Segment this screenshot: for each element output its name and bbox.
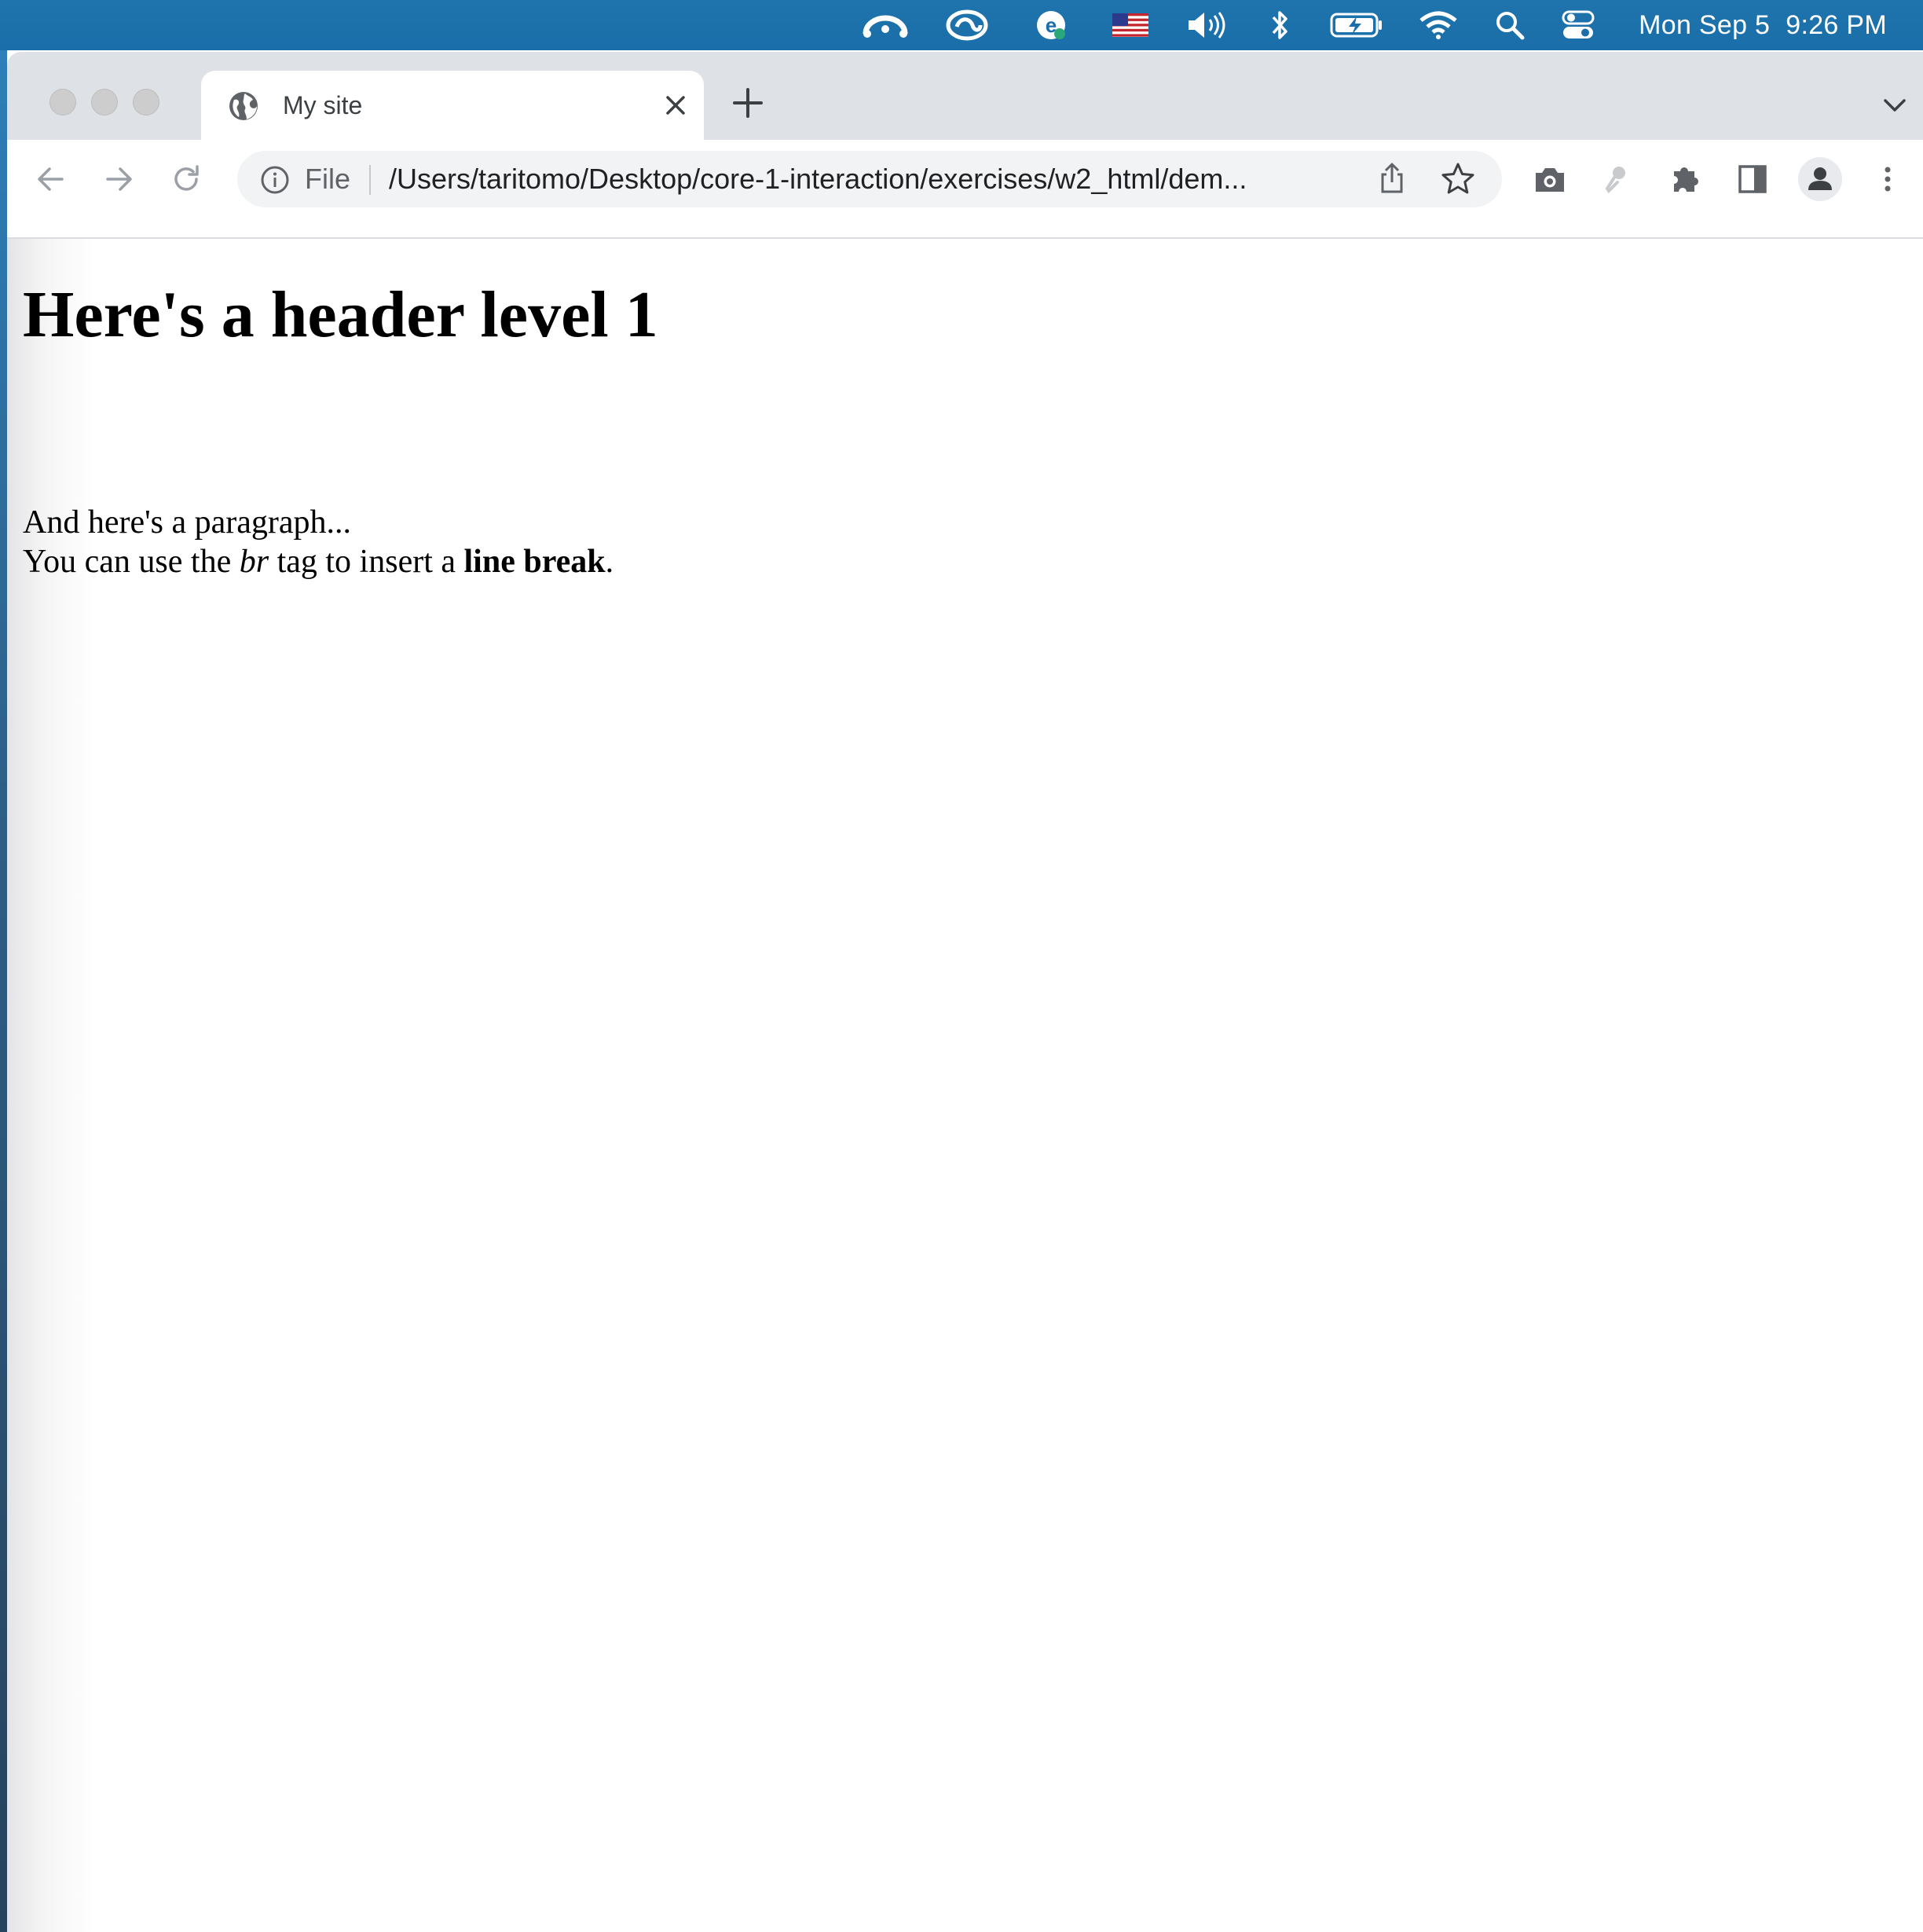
paragraph-line-2-start: You can use the (23, 544, 240, 580)
page-viewport: Here's a header level 1 And here's a par… (7, 239, 1923, 1932)
tab-search-chevron-down-icon[interactable] (1877, 88, 1912, 123)
window-shadow-edge (7, 239, 93, 1932)
share-icon[interactable] (1373, 160, 1411, 198)
window-minimize-button[interactable] (91, 89, 118, 115)
page-heading: Here's a header level 1 (23, 278, 658, 351)
tab-my-site[interactable]: My site (201, 71, 704, 140)
browser-toolbar: File /Users/taritomo/Desktop/core-1-inte… (7, 140, 1923, 239)
reload-icon[interactable] (167, 160, 205, 198)
window-zoom-button[interactable] (133, 89, 159, 115)
paragraph-line-1: And here's a paragraph... (23, 504, 352, 541)
forward-arrow-icon[interactable] (100, 160, 137, 198)
url-text[interactable]: /Users/taritomo/Desktop/core-1-interacti… (389, 151, 1247, 207)
volume-icon[interactable] (1186, 0, 1229, 50)
eyedropper-icon[interactable] (1599, 160, 1636, 198)
spotlight-search-icon[interactable] (1494, 0, 1526, 50)
paragraph-line-2-mid: tag to insert a (269, 544, 464, 580)
creative-cloud-icon[interactable] (944, 0, 990, 50)
page-paragraph: And here's a paragraph... You can use the… (23, 503, 614, 581)
tab-close-icon[interactable] (661, 91, 690, 119)
paragraph-line-2-end: . (605, 544, 614, 580)
side-panel-icon[interactable] (1734, 160, 1771, 198)
battery-charging-icon[interactable] (1329, 0, 1384, 50)
browser-window: My site File /Users/taritomo/Desktop/cor… (7, 52, 1923, 1932)
paragraph-strong-line-break: line break (463, 544, 606, 580)
globe-icon (228, 90, 259, 122)
address-bar[interactable]: File /Users/taritomo/Desktop/core-1-inte… (237, 151, 1502, 207)
tab-title: My site (283, 91, 363, 119)
more-menu-icon[interactable] (1869, 160, 1907, 198)
new-tab-plus-icon[interactable] (730, 85, 766, 121)
url-scheme-label: File (305, 163, 351, 195)
extensions-puzzle-icon[interactable] (1666, 160, 1704, 198)
wifi-icon[interactable] (1419, 0, 1458, 50)
desktop-background (0, 50, 7, 1932)
window-close-button[interactable] (49, 89, 76, 115)
control-center-icon[interactable] (1560, 0, 1596, 50)
menubar-time: 9:26 PM (1786, 10, 1887, 40)
address-divider (369, 165, 371, 195)
menubar-date: Mon Sep 5 (1639, 10, 1771, 40)
bluetooth-icon[interactable] (1268, 0, 1291, 50)
site-info-icon[interactable] (259, 164, 291, 196)
cloud-sync-icon[interactable] (859, 0, 911, 50)
menubar-clock[interactable]: Mon Sep 5 9:26 PM (1639, 0, 1887, 50)
bookmark-star-icon[interactable] (1439, 160, 1477, 198)
back-arrow-icon[interactable] (32, 160, 70, 198)
grammarly-icon[interactable]: e (1034, 0, 1068, 50)
paragraph-em-br: br (239, 544, 269, 580)
profile-avatar-icon[interactable] (1798, 157, 1842, 201)
tab-strip: My site (7, 52, 1923, 140)
us-flag-input-icon[interactable] (1111, 0, 1150, 50)
macos-menu-bar: e Mon Sep 5 9:26 PM (0, 0, 1923, 50)
camera-icon[interactable] (1531, 160, 1569, 198)
